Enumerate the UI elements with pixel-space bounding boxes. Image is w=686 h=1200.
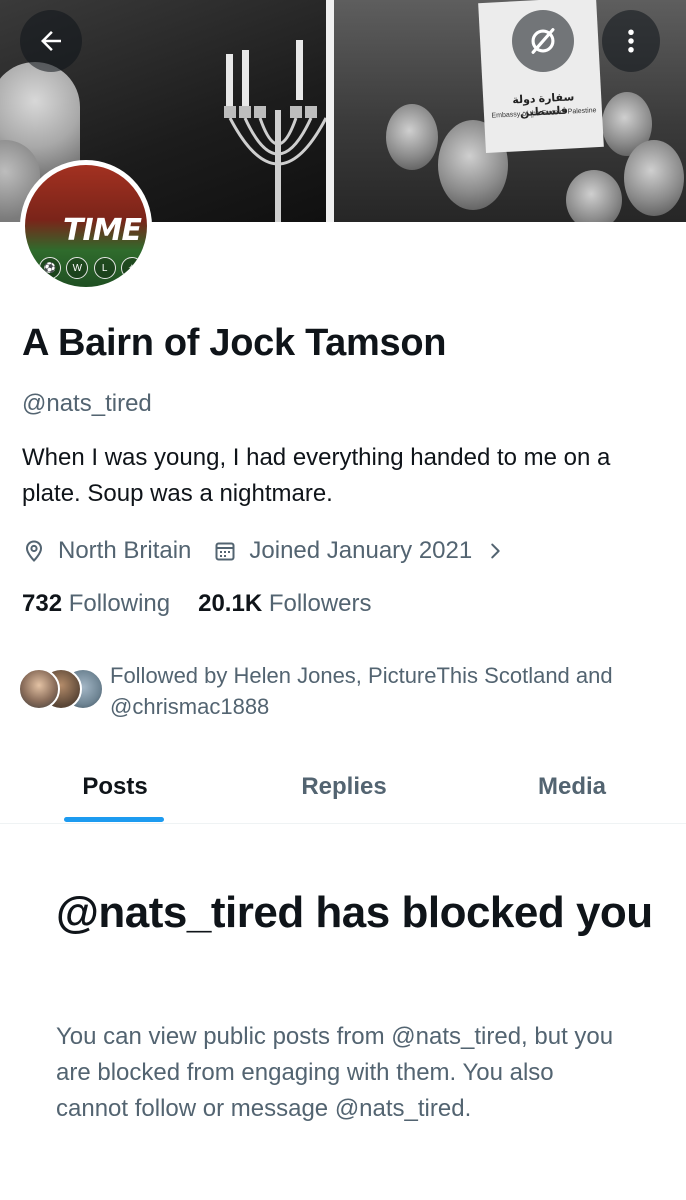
active-tab-indicator: [64, 817, 164, 822]
following-link[interactable]: 732 Following: [22, 590, 170, 618]
profile-bio: When I was young, I had everything hande…: [22, 444, 611, 507]
followers-label: Followers: [268, 590, 372, 617]
blocked-title: @nats_tired has blocked you: [56, 888, 653, 937]
followers-count: 20.1K: [198, 590, 263, 617]
join-date[interactable]: Joined January 2021: [213, 537, 518, 565]
crowd-figure: [386, 104, 438, 170]
joined-text: Joined January 2021: [249, 537, 473, 564]
relay-button[interactable]: [512, 10, 574, 72]
relay-icon: [531, 28, 555, 54]
crowd-figure: [566, 170, 622, 222]
follow-stats: 732 Following 20.1K Followers: [22, 590, 400, 618]
more-options-button[interactable]: [602, 10, 660, 72]
avatar-badge: ✦: [120, 257, 143, 279]
avatar: [18, 668, 60, 710]
avatar-badges: ⚽ W L ✦: [39, 257, 143, 279]
avatar-badge: W: [66, 257, 89, 279]
display-name: A Bairn of Jock Tamson: [22, 322, 447, 364]
banner-divider: [326, 0, 334, 222]
crowd-figure: [624, 140, 684, 216]
avatar-text: TIME: [63, 213, 142, 248]
avatar-badge: ⚽: [39, 257, 61, 279]
user-handle: @nats_tired: [22, 390, 152, 417]
profile-avatar[interactable]: TIME ⚽ W L ✦: [20, 160, 152, 292]
tab-replies[interactable]: Replies: [230, 750, 458, 824]
profile-meta: North Britain Joined January 2021: [22, 534, 540, 568]
location-text: North Britain: [58, 537, 192, 564]
arrow-left-icon: [41, 31, 61, 51]
followed-by-text: Followed by Helen Jones, PictureThis Sco…: [110, 663, 613, 719]
followed-by[interactable]: Followed by Helen Jones, PictureThis Sco…: [18, 660, 660, 722]
location-pin-icon: [25, 540, 43, 562]
menorah-image: [224, 40, 328, 222]
followers-link[interactable]: 20.1K Followers: [198, 590, 371, 618]
follower-avatars: [18, 668, 104, 714]
back-button[interactable]: [20, 10, 82, 72]
chevron-right-icon: [491, 543, 500, 559]
more-vertical-icon: [628, 29, 634, 53]
tab-media[interactable]: Media: [458, 750, 686, 824]
profile-tabs: Posts Replies Media: [0, 750, 686, 824]
calendar-icon: [215, 542, 235, 561]
tab-posts[interactable]: Posts: [0, 750, 230, 824]
location: North Britain: [22, 537, 191, 565]
following-count: 732: [22, 590, 63, 617]
blocked-description: You can view public posts from @nats_tir…: [56, 1023, 614, 1122]
avatar-badge: L: [93, 257, 116, 279]
following-label: Following: [68, 590, 171, 617]
